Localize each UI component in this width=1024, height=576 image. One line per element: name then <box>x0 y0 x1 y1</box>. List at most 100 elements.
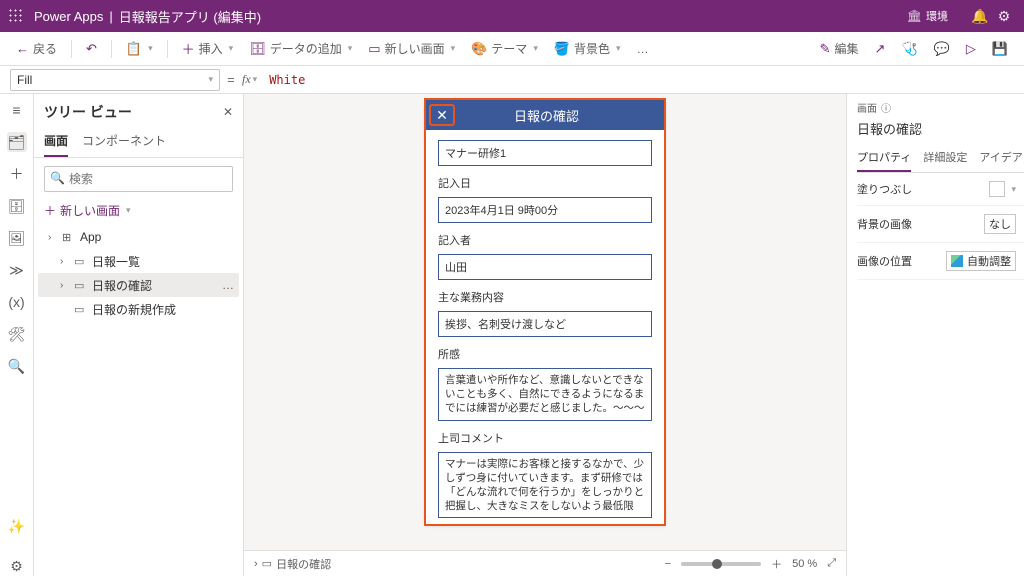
screen-icon: ▭ <box>74 279 88 292</box>
chevron-right-icon: › <box>60 256 70 267</box>
chevron-down-icon[interactable]: ▾ <box>253 74 258 85</box>
chevron-right-icon: › <box>254 558 258 570</box>
add-data-button[interactable]: 🗄データの追加▾ <box>243 36 358 61</box>
info-icon[interactable]: ⓘ <box>881 100 891 115</box>
field-value[interactable]: 山田 <box>438 254 652 280</box>
more-icon[interactable]: … <box>222 278 235 292</box>
play-icon: ▷ <box>966 41 976 57</box>
tree-view-icon[interactable]: 🗂 <box>7 132 27 152</box>
undo-icon: ↶ <box>86 41 97 57</box>
fit-to-window-icon[interactable]: ⤢ <box>827 557 836 570</box>
save-icon: 💾 <box>992 41 1008 57</box>
screen-header-title: 日報の確認 <box>455 106 664 125</box>
advanced-tools-icon[interactable]: 🛠 <box>7 324 27 344</box>
chevron-down-icon: ▾ <box>229 43 234 54</box>
power-automate-icon[interactable]: ≫ <box>7 260 27 280</box>
chat-icon: 💬 <box>934 41 950 57</box>
variables-icon[interactable]: (x) <box>7 292 27 312</box>
app-title: 日報報告アプリ (編集中) <box>119 7 261 26</box>
save-button[interactable]: 💾 <box>986 37 1014 61</box>
edit-button[interactable]: ✎編集 <box>814 36 865 61</box>
screen-preview[interactable]: ✕ 日報の確認 マナー研修1 記入日 2023年4月1日 9時00分 記入者 山… <box>426 100 664 524</box>
tab-advanced[interactable]: 詳細設定 <box>923 144 967 172</box>
search-pane-icon[interactable]: 🔍 <box>7 356 27 376</box>
selection-name: 日報の確認 <box>857 119 1024 138</box>
share-icon: ↗ <box>875 41 886 57</box>
tab-components[interactable]: コンポーネント <box>82 126 166 157</box>
tree-search-input[interactable] <box>44 166 233 192</box>
zoom-level: 50 % <box>792 558 817 570</box>
ask-virtual-agent-icon[interactable]: ✨ <box>7 516 27 536</box>
canvas[interactable]: ✕ 日報の確認 マナー研修1 記入日 2023年4月1日 9時00分 記入者 山… <box>244 94 846 550</box>
field-value[interactable]: 言葉遣いや所作など、意識しないとできないことも多く、自然にできるようになるまでに… <box>438 368 652 421</box>
close-icon[interactable]: ✕ <box>429 104 455 126</box>
chevron-down-icon: ▾ <box>451 43 456 54</box>
prop-label-fill: 塗りつぶし <box>857 181 912 197</box>
insert-button[interactable]: ＋挿入▾ <box>176 35 240 62</box>
zoom-in-button[interactable]: ＋ <box>771 556 782 572</box>
insert-pane-icon[interactable]: ＋ <box>7 164 27 184</box>
property-dropdown[interactable]: Fill ▾ <box>10 69 220 91</box>
close-panel-icon[interactable]: ✕ <box>223 105 233 119</box>
field-value[interactable]: マナーは実際にお客様と接するなかで、少しずつ身に付いていきます。まず研修では「ど… <box>438 452 652 519</box>
property-name: Fill <box>17 73 32 87</box>
prop-value-bg-image[interactable]: なし <box>984 214 1016 234</box>
search-icon: 🔍 <box>50 171 65 185</box>
arrow-left-icon: ← <box>16 41 29 56</box>
undo-button[interactable]: ↶ <box>80 37 103 61</box>
environment-icon: 🏛 <box>907 9 922 23</box>
screen-icon: ▭ <box>74 255 88 268</box>
chevron-down-icon: ▾ <box>616 43 621 54</box>
palette-icon: 🎨 <box>471 41 487 57</box>
screen-icon: ▭ <box>368 41 380 57</box>
preview-button[interactable]: ▷ <box>960 37 982 61</box>
formula-input[interactable]: White <box>263 73 1024 87</box>
prop-value-fill[interactable]: ▾ <box>989 181 1016 197</box>
media-pane-icon[interactable]: 🖼 <box>7 228 27 248</box>
field-label: 記入日 <box>438 175 652 191</box>
chevron-right-icon: › <box>48 232 58 243</box>
breadcrumb[interactable]: › ▭ 日報の確認 <box>254 556 331 572</box>
tree-node-screen[interactable]: › ▭ 日報一覧 <box>38 249 239 273</box>
settings-pane-icon[interactable]: ⚙ <box>7 556 27 576</box>
paste-button[interactable]: 📋▾ <box>120 37 159 61</box>
comments-button[interactable]: 💬 <box>928 37 956 61</box>
field-value[interactable]: 2023年4月1日 9時00分 <box>438 197 652 223</box>
app-checker-button[interactable]: 🩺 <box>895 37 923 61</box>
more-commands-button[interactable]: … <box>631 38 655 60</box>
share-button[interactable]: ↗ <box>869 37 892 61</box>
field-value[interactable]: マナー研修1 <box>438 140 652 166</box>
chevron-down-icon: ▾ <box>533 43 538 54</box>
field-label: 所感 <box>438 346 652 362</box>
field-value[interactable]: 挨拶、名刺受け渡しなど <box>438 311 652 337</box>
notifications-icon[interactable]: 🔔 <box>968 8 992 25</box>
environment-picker[interactable]: 🏛環境 <box>907 10 948 23</box>
app-launcher-icon[interactable] <box>8 8 24 24</box>
theme-button[interactable]: 🎨テーマ▾ <box>465 36 544 61</box>
tab-screens[interactable]: 画面 <box>44 126 68 157</box>
field-label: 主な業務内容 <box>438 289 652 305</box>
zoom-slider[interactable] <box>681 562 761 566</box>
settings-gear-icon[interactable]: ⚙ <box>992 8 1016 25</box>
stethoscope-icon: 🩺 <box>901 41 917 57</box>
tree-node-screen-selected[interactable]: › ▭ 日報の確認 … <box>38 273 239 297</box>
tree-node-app[interactable]: › ⊞ App <box>38 225 239 249</box>
chevron-down-icon: ▾ <box>348 43 353 54</box>
zoom-out-button[interactable]: − <box>665 558 671 570</box>
bucket-icon: 🪣 <box>554 41 570 57</box>
tab-properties[interactable]: プロパティ <box>857 144 911 172</box>
new-screen-button[interactable]: ▭新しい画面▾ <box>362 36 461 61</box>
new-screen-button[interactable]: ＋新しい画面▾ <box>34 198 243 225</box>
tree-view-panel: ツリー ビュー ✕ 画面 コンポーネント 🔍 ＋新しい画面▾ › ⊞ App ›… <box>34 94 244 576</box>
field-label: 記入者 <box>438 232 652 248</box>
product-name: Power Apps <box>34 9 103 24</box>
prop-value-img-pos[interactable]: 自動調整 <box>946 251 1016 271</box>
tab-ideas[interactable]: アイデア <box>979 144 1022 172</box>
hamburger-icon[interactable]: ≡ <box>7 100 27 120</box>
prop-label-bg-image: 背景の画像 <box>857 216 912 232</box>
back-button[interactable]: ←戻る <box>10 36 63 61</box>
plus-icon: ＋ <box>44 202 56 219</box>
bg-color-button[interactable]: 🪣背景色▾ <box>548 36 627 61</box>
data-pane-icon[interactable]: 🗄 <box>7 196 27 216</box>
tree-node-screen[interactable]: ▭ 日報の新規作成 <box>38 297 239 321</box>
